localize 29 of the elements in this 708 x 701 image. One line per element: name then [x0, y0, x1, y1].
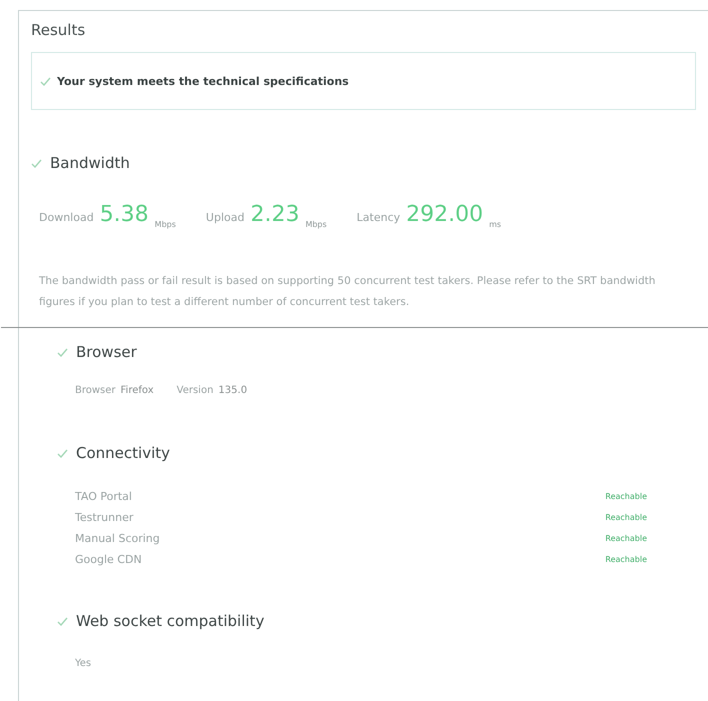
metric-value: 2.23 [250, 202, 300, 227]
websocket-result: Yes [75, 658, 92, 669]
field-label: Browser [75, 385, 116, 396]
field-label: Version [176, 385, 214, 396]
section-heading: Bandwidth [50, 154, 130, 172]
metric-unit: ms [489, 220, 502, 229]
service-name: Manual Scoring [75, 532, 160, 545]
metric-label: Download [39, 211, 94, 224]
field-value: 135.0 [218, 385, 248, 396]
service-name: Google CDN [75, 553, 142, 566]
status-label: Reachable [605, 555, 647, 564]
status-label: Reachable [605, 513, 647, 522]
bandwidth-note: The bandwidth pass or fail result is based on supporting 50 concurrent test takers. Please refer to the SRT bandwidth figures if you plan to test a different number of concurrent test takers. [39, 274, 656, 310]
results-title: Results [31, 21, 86, 39]
metric-label: Latency [356, 211, 400, 224]
metric-unit: Mbps [154, 220, 176, 229]
metric-label: Upload [206, 211, 244, 224]
service-name: Testrunner [75, 511, 134, 524]
section-heading: Browser [76, 343, 137, 361]
status-label: Reachable [605, 492, 647, 501]
status-label: Reachable [605, 534, 647, 543]
section-heading: Connectivity [76, 444, 170, 462]
field-value: Firefox [120, 385, 154, 396]
status-message: Your system meets the technical specifications [57, 74, 349, 88]
metric-unit: Mbps [305, 220, 327, 229]
metric-value: 5.38 [100, 202, 149, 227]
metric-value: 292.00 [406, 202, 484, 227]
section-heading: Web socket compatibility [76, 612, 264, 630]
service-name: TAO Portal [75, 490, 132, 503]
